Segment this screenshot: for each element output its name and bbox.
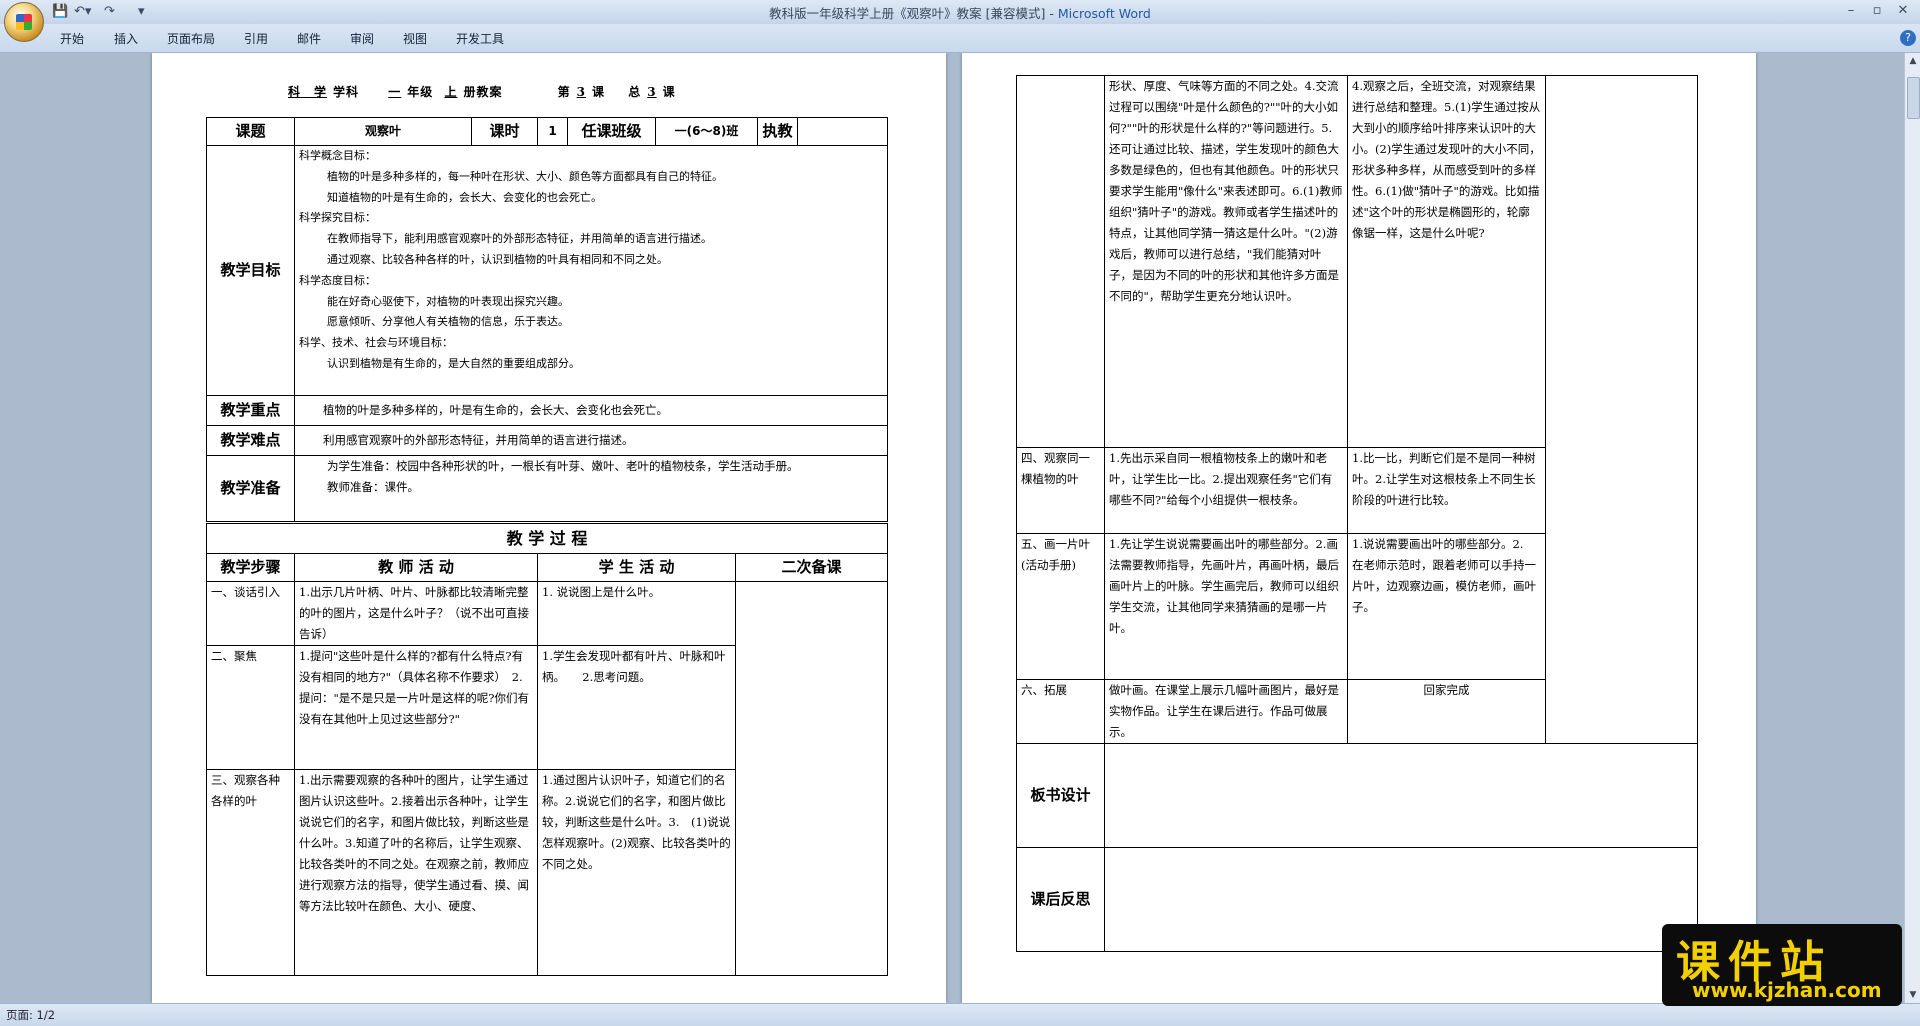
page-2: 形状、厚度、气味等方面的不同之处。4.交流过程可以围绕"叶是什么颜色的?""叶的…: [962, 53, 1756, 1003]
goal-line: 科学概念目标：: [299, 149, 376, 162]
col-note: 二次备课: [734, 553, 889, 582]
lesson-header: 科 学学科 一年级 上册教案 第3课 总3课: [288, 85, 676, 99]
scroll-thumb[interactable]: [1907, 77, 1920, 119]
teacher-cell: 1.出示需要观察的各种叶的图片，让学生通过图片认识这些叶。2.接着出示各种叶，让…: [294, 769, 538, 976]
tab-developer[interactable]: 开发工具: [456, 30, 504, 47]
prep-content: 为学生准备：校园中各种形状的叶，一根长有叶芽、嫩叶、老叶的植物枝条，学生活动手册…: [294, 455, 888, 522]
teacher-label: 执教: [757, 117, 798, 146]
col-student: 学 生 活 动: [537, 553, 736, 582]
note-cell: [1545, 75, 1698, 744]
student-cell: 1. 说说图上是什么叶。: [537, 581, 736, 646]
title-bar: 💾 ↶▾ ↷ ▾ 教科版一年级科学上册《观察叶》教案 [兼容模式] - Micr…: [0, 0, 1920, 42]
goals-table: 教学目标 科学概念目标： 植物的叶是多种多样的，每一种叶在形状、大小、颜色等方面…: [206, 145, 888, 522]
office-logo-icon: [16, 14, 32, 30]
step-cell: 五、画一片叶(活动手册): [1016, 533, 1105, 680]
teacher-cell: 1.先让学生说说需要画出叶的哪些部分。2.画法需要教师指导，先画叶片，再画叶柄，…: [1104, 533, 1348, 680]
process-table: 教 学 过 程 教学步骤 教 师 活 动 学 生 活 动 二次备课 一、谈话引入…: [205, 523, 889, 976]
tab-home[interactable]: 开始: [60, 30, 84, 47]
goals-content: 科学概念目标： 植物的叶是多种多样的，每一种叶在形状、大小、颜色等方面都具有自己…: [294, 145, 888, 396]
process-title: 教 学 过 程: [205, 523, 889, 554]
student-cell: 1.通过图片认识叶子，知道它们的名称。2.说说它们的名字，和图片做比较，判断这些…: [537, 769, 736, 976]
col-step: 教学步骤: [206, 553, 295, 582]
goal-line: 科学、技术、社会与环境目标：: [299, 336, 453, 350]
watermark-logo: 课件站 www.kjzhan.com: [1662, 924, 1902, 1006]
tab-view[interactable]: 视图: [403, 30, 427, 47]
goal-line: 愿意倾听、分享他人有关植物的信息，乐于表达。: [327, 315, 569, 329]
key-label: 教学重点: [206, 395, 295, 426]
board-reflect-table: 板书设计 课后反思: [1016, 743, 1698, 952]
page-indicator[interactable]: 页面: 1/2: [6, 1007, 55, 1023]
process-table-continued: 形状、厚度、气味等方面的不同之处。4.交流过程可以围绕"叶是什么颜色的?""叶的…: [1016, 75, 1698, 744]
goal-line: 通过观察、比较各种各样的叶，认识到植物的叶具有相同和不同之处。: [327, 252, 668, 266]
watermark-url: www.kjzhan.com: [1692, 978, 1882, 1002]
tab-insert[interactable]: 插入: [114, 30, 138, 47]
close-icon[interactable]: ✕: [1892, 2, 1914, 20]
topic-label: 课题: [206, 117, 295, 146]
difficulty-label: 教学难点: [206, 425, 295, 456]
lesson-info-table: 课题 观察叶 课时 1 任课班级 一(6～8)班 执教: [206, 117, 888, 146]
student-cell: 1.比一比，判断它们是不是同一种树叶。2.让学生对这根枝条上不同生长阶段的叶进行…: [1347, 447, 1546, 534]
reflect-content: [1104, 847, 1698, 952]
reflect-label: 课后反思: [1016, 847, 1105, 952]
tab-mailings[interactable]: 邮件: [297, 30, 321, 47]
student-cell: 4.观察之后，全班交流，对观察结果进行总结和整理。5.(1)学生通过按从大到小的…: [1347, 75, 1546, 448]
step-cell: [1016, 75, 1105, 448]
goal-line: 在教师指导下，能利用感官观察叶的外部形态特征，并用简单的语言进行描述。: [327, 232, 712, 246]
student-cell: 1.学生会发现叶都有叶片、叶脉和叶柄。 2.思考问题。: [537, 645, 736, 770]
ribbon-tabs: 开始 插入 页面布局 引用 邮件 审阅 视图 开发工具: [0, 24, 1920, 53]
window-title: 教科版一年级科学上册《观察叶》教案 [兼容模式] - Microsoft Wor…: [769, 6, 1151, 21]
prep-line: 教师准备：课件。: [327, 480, 419, 494]
office-button[interactable]: [4, 2, 44, 42]
goal-line: 科学探究目标：: [299, 211, 376, 225]
col-teacher: 教 师 活 动: [294, 553, 538, 582]
step-cell: 一、谈话引入: [206, 581, 295, 646]
topic-value: 观察叶: [294, 117, 472, 146]
student-cell: 回家完成: [1347, 679, 1546, 744]
tab-page-layout[interactable]: 页面布局: [167, 30, 215, 47]
prep-line: 为学生准备：校园中各种形状的叶，一根长有叶芽、嫩叶、老叶的植物枝条，学生活动手册…: [327, 459, 799, 473]
teacher-cell: 形状、厚度、气味等方面的不同之处。4.交流过程可以围绕"叶是什么颜色的?""叶的…: [1104, 75, 1348, 448]
help-icon[interactable]: ?: [1900, 30, 1916, 46]
status-bar: 页面: 1/2: [0, 1003, 1920, 1026]
goal-line: 认识到植物是有生命的，是大自然的重要组成部分。: [327, 356, 580, 370]
step-cell: 二、聚焦: [206, 645, 295, 770]
step-cell: 三、观察各种各样的叶: [206, 769, 295, 976]
tab-references[interactable]: 引用: [244, 30, 268, 47]
class-value: 一(6～8)班: [655, 117, 758, 146]
teacher-cell: 做叶画。在课堂上展示几幅叶画图片，最好是实物作品。让学生在课后进行。作品可做展示…: [1104, 679, 1348, 744]
class-label: 任课班级: [567, 117, 656, 146]
document-workspace: 科 学学科 一年级 上册教案 第3课 总3课 课题 观察叶 课时 1 任课班级 …: [0, 53, 1904, 1003]
minimize-icon[interactable]: –: [1840, 2, 1862, 20]
note-cell: [734, 581, 889, 976]
board-content: [1104, 743, 1698, 848]
goal-line: 能在好奇心驱使下，对植物的叶表现出探究兴趣。: [327, 294, 569, 308]
goal-line: 科学态度目标：: [299, 273, 376, 287]
scroll-up-icon[interactable]: ▲: [1907, 55, 1919, 67]
teacher-cell: 1.提问"这些叶是什么样的?都有什么特点?有没有相同的地方?"（具体名称不作要求…: [294, 645, 538, 770]
teacher-cell: 1.先出示采自同一根植物枝条上的嫩叶和老叶，让学生比一比。2.提出观察任务"它们…: [1104, 447, 1348, 534]
vertical-scrollbar[interactable]: ▲ ▼: [1904, 53, 1920, 1003]
step-cell: 六、拓展: [1016, 679, 1105, 744]
teacher-value: [797, 117, 888, 146]
step-cell: 四、观察同一棵植物的叶: [1016, 447, 1105, 534]
goal-line: 知道植物的叶是有生命的，会长大、会变化的也会死亡。: [327, 190, 602, 204]
teacher-cell: 1.出示几片叶柄、叶片、叶脉都比较清晰完整的叶的图片，这是什么叶子？（说不出可直…: [294, 581, 538, 646]
hours-label: 课时: [471, 117, 538, 146]
restore-icon[interactable]: ▫: [1866, 2, 1888, 20]
goals-label: 教学目标: [206, 145, 295, 396]
prep-label: 教学准备: [206, 455, 295, 522]
difficulty-content: 利用感官观察叶的外部形态特征，并用简单的语言进行描述。: [294, 425, 888, 456]
tab-review[interactable]: 审阅: [350, 30, 374, 47]
scroll-down-icon[interactable]: ▼: [1907, 989, 1919, 1001]
page-1: 科 学学科 一年级 上册教案 第3课 总3课 课题 观察叶 课时 1 任课班级 …: [152, 53, 946, 1003]
student-cell: 1.说说需要画出叶的哪些部分。2. 在老师示范时，跟着老师可以手持一片叶，边观察…: [1347, 533, 1546, 680]
board-label: 板书设计: [1016, 743, 1105, 848]
goal-line: 植物的叶是多种多样的，每一种叶在形状、大小、颜色等方面都具有自己的特征。: [327, 169, 723, 183]
hours-value: 1: [537, 117, 568, 146]
key-content: 植物的叶是多种多样的，叶是有生命的，会长大、会变化也会死亡。: [294, 395, 888, 426]
